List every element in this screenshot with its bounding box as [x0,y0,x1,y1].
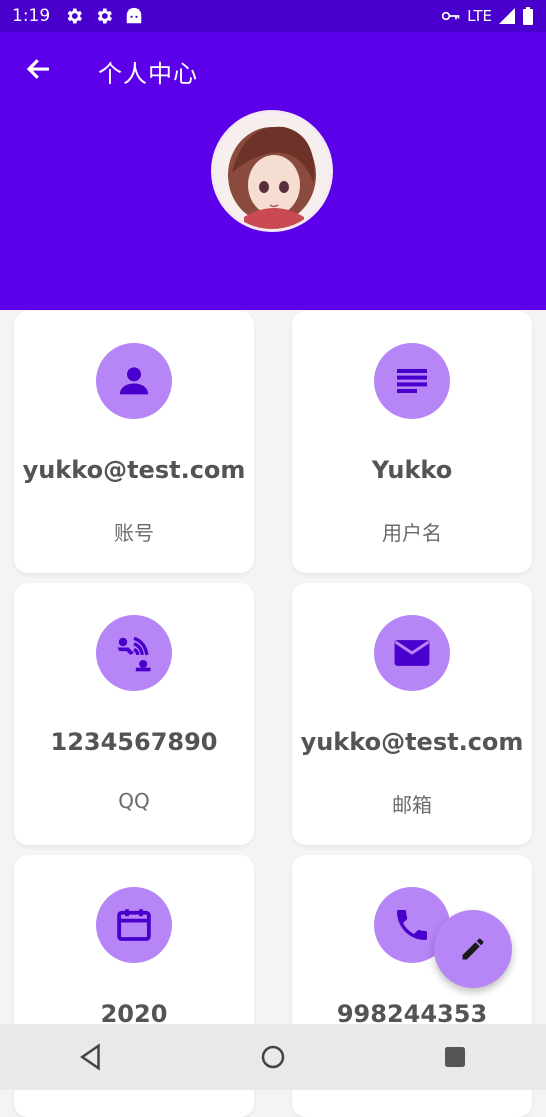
calendar-icon [96,887,172,963]
home-circle-icon [261,1045,285,1069]
back-triangle-icon [80,1043,100,1071]
account-label: 账号 [114,521,154,545]
gear-icon [67,8,83,24]
edit-button[interactable] [434,910,512,988]
qq-label: QQ [118,789,150,813]
username-label: 用户名 [382,521,442,545]
nav-back-button[interactable] [71,1037,111,1077]
info-card-account: yukko@test.com 账号 [14,311,254,573]
info-card-qq: 1234567890 QQ [14,583,254,845]
nav-home-button[interactable] [253,1037,293,1077]
mail-icon [374,615,450,691]
status-time: 1:19 [12,6,51,26]
notes-icon [374,343,450,419]
info-card-email: yukko@test.com 邮箱 [292,583,532,845]
avatar[interactable] [211,110,333,232]
edit-pencil-icon [462,938,484,960]
page-title: 个人中心 [98,60,198,88]
signal-icon [499,8,515,24]
gear-icon [97,8,113,24]
system-nav-bar [0,1024,546,1090]
account-value: yukko@test.com [22,456,246,484]
battery-icon [523,7,533,25]
vpn-key-icon [441,11,460,21]
info-card-username: Yukko 用户名 [292,311,532,573]
android-icon [126,7,142,24]
arrow-back-icon[interactable] [24,54,54,84]
status-bar: 1:19 LTE [0,0,546,32]
username-value: Yukko [371,456,453,484]
qq-value: 1234567890 [50,728,218,756]
network-type: LTE [467,7,492,25]
recents-square-icon [445,1047,465,1067]
person-icon [96,343,172,419]
profile-header: 个人中心 [0,32,546,310]
nav-recents-button[interactable] [435,1037,475,1077]
avatar-anime-girl-image [214,113,330,229]
email-value: yukko@test.com [300,728,524,756]
qq-wave-icon [96,615,172,691]
email-label: 邮箱 [392,793,432,817]
